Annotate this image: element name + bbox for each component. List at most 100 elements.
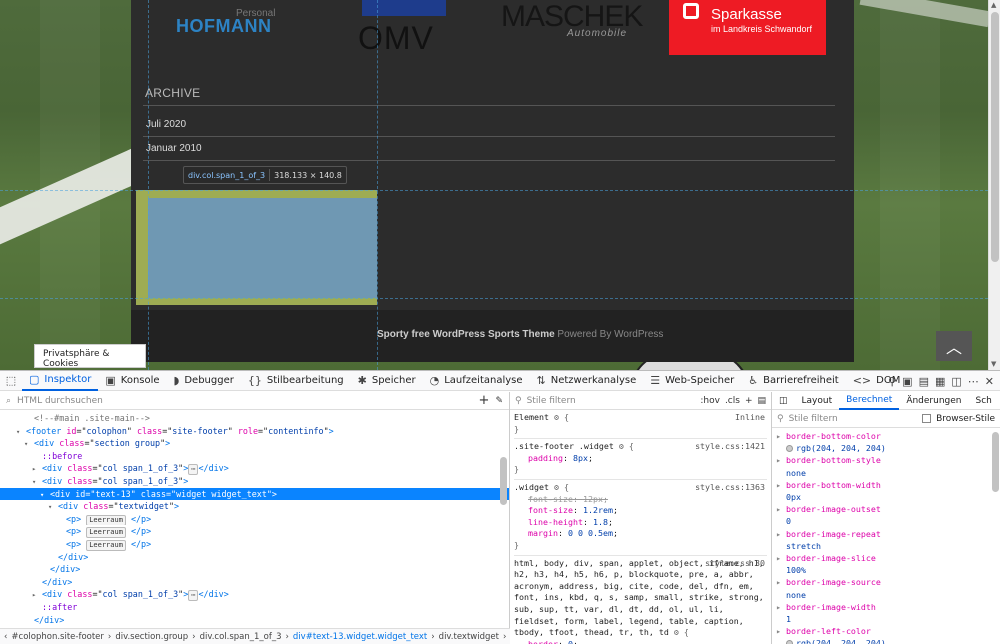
html-search-input[interactable]: HTML durchsuchen	[17, 396, 473, 406]
privacy-cookies-button[interactable]: Privatsphäre & Cookies	[34, 344, 146, 369]
css-value[interactable]: 0 0 0.5em	[568, 528, 613, 538]
computed-property[interactable]: border-bottom-stylenone	[776, 454, 996, 478]
eyedropper-icon[interactable]: ✎	[495, 396, 503, 406]
computed-property[interactable]: border-image-slice100%	[776, 552, 996, 576]
collapsed-children-badge[interactable]: ⋯	[188, 590, 199, 601]
selected-node[interactable]: ▾ <div id="text-13" class="widget widget_…	[0, 487, 509, 501]
rules-filter-input[interactable]: Stile filtern	[527, 396, 696, 406]
expand-arrow-icon[interactable]: ▾	[16, 426, 26, 438]
classes-button[interactable]: .cls	[725, 396, 740, 406]
markup-node[interactable]: </div>	[0, 614, 509, 627]
markup-node[interactable]: </div>	[0, 551, 509, 564]
markup-node[interactable]: <p> Leerraum </p>	[0, 538, 509, 551]
expand-arrow-icon[interactable]: ▾	[32, 476, 42, 488]
scroll-up-icon[interactable]: ▲	[991, 1, 996, 9]
panel-toggle-icon[interactable]: ◫	[772, 392, 795, 410]
tab-berechnet[interactable]: Berechnet	[839, 392, 900, 410]
css-declaration[interactable]: font-size: 12px;	[514, 494, 767, 506]
markup-node[interactable]: ▾ <div class="section group">	[0, 437, 509, 450]
css-property[interactable]: border	[528, 639, 558, 644]
toggle-tilt-icon[interactable]: ⚲	[888, 375, 896, 388]
css-value[interactable]: 0	[568, 639, 573, 644]
css-declaration[interactable]: line-height: 1.8;	[514, 517, 767, 529]
css-property[interactable]: font-size	[528, 505, 573, 515]
breadcrumb-item[interactable]: div.col.span_1_of_3	[200, 632, 282, 642]
markup-node[interactable]: ▾ <div class="col span_1_of_3">	[0, 475, 509, 488]
paint-flashing-icon[interactable]: ▦	[935, 375, 945, 388]
rule-source-link[interactable]: style.css:1421	[695, 441, 765, 453]
rule-source-link[interactable]: style.css:1363	[695, 482, 765, 494]
markup-node[interactable]: </div>	[0, 563, 509, 576]
css-value[interactable]: 8px	[573, 453, 588, 463]
breadcrumb-item[interactable]: #colophon.site-footer	[11, 632, 104, 642]
markup-node[interactable]: ▾ <footer id="colophon" class="site-foote…	[0, 425, 509, 438]
computed-filter-input[interactable]: Stile filtern	[789, 414, 917, 424]
css-property[interactable]: margin	[528, 528, 558, 538]
expand-arrow-icon[interactable]: ▾	[48, 501, 58, 513]
computed-property[interactable]: border-left-colorrgb(204, 204, 204)	[776, 625, 996, 644]
tab-web-speicher[interactable]: ☰ Web-Speicher	[643, 371, 741, 391]
whitespace-badge[interactable]: Leerraum	[86, 527, 126, 538]
chevron-up-icon[interactable]: ︿	[936, 331, 972, 361]
collapse-arrow-icon[interactable]: ▸	[32, 463, 42, 475]
computed-property[interactable]: border-bottom-colorrgb(204, 204, 204)	[776, 430, 996, 454]
rule-source-link[interactable]: Inline	[735, 412, 765, 424]
tab-inspektor[interactable]: ▢ Inspektor	[22, 371, 99, 391]
computed-property[interactable]: border-image-width1	[776, 601, 996, 625]
markup-node[interactable]: ::after	[0, 601, 509, 614]
collapse-arrow-icon[interactable]: ▸	[32, 589, 42, 601]
hover-state-button[interactable]: :hov	[700, 396, 720, 406]
css-property[interactable]: font-size	[528, 494, 573, 504]
markup-scrollbar[interactable]	[499, 452, 509, 612]
css-declaration[interactable]: border: 0;	[514, 639, 767, 644]
print-media-icon[interactable]: ▤	[757, 396, 766, 406]
css-declaration[interactable]: padding: 8px;	[514, 453, 767, 465]
markup-node[interactable]: <!--#main .site-main-->	[0, 412, 509, 425]
css-declaration[interactable]: font-size: 1.2rem;	[514, 505, 767, 517]
breadcrumb-item[interactable]: div.section.group	[115, 632, 188, 642]
responsive-mode-icon[interactable]: ▤	[919, 375, 929, 388]
breadcrumb-item[interactable]: div#text-13.widget.widget_text	[293, 632, 427, 642]
tab-konsole[interactable]: ▣ Konsole	[98, 371, 166, 391]
maschek-logo[interactable]: MASCHEK Automobile	[501, 0, 643, 39]
css-property[interactable]: padding	[528, 453, 563, 463]
computed-property[interactable]: border-image-outset0	[776, 503, 996, 527]
css-property[interactable]: line-height	[528, 517, 583, 527]
tab-debugger[interactable]: ◗ Debugger	[167, 371, 241, 391]
expand-arrow-icon[interactable]: ▾	[40, 489, 50, 501]
markup-node[interactable]: </div>	[0, 576, 509, 589]
css-declaration[interactable]: margin: 0 0 0.5em;	[514, 528, 767, 540]
markup-node[interactable]: ▸ <div class="col span_1_of_3"> ⋯ </div>	[0, 588, 509, 601]
markup-node[interactable]: <p> Leerraum </p>	[0, 525, 509, 538]
css-value[interactable]: 1.8	[593, 517, 608, 527]
css-value[interactable]: 1.2rem	[583, 505, 613, 515]
computed-scrollbar-thumb[interactable]	[992, 432, 999, 492]
computed-property[interactable]: border-image-repeatstretch	[776, 528, 996, 552]
screenshot-icon[interactable]: ▣	[902, 375, 912, 388]
tab-speicher[interactable]: ✱ Speicher	[351, 371, 423, 391]
breadcrumb-scroll-left-icon[interactable]: ‹	[4, 632, 7, 642]
browser-styles-checkbox[interactable]	[922, 414, 932, 423]
css-value[interactable]: 12px	[583, 494, 603, 504]
rule-selector[interactable]: Element	[514, 412, 549, 422]
tab-stilbearbeitung[interactable]: {} Stilbearbeitung	[241, 371, 351, 391]
rule-selector[interactable]: html, body, div, span, applet, object, i…	[514, 558, 764, 638]
tab-schriftarten[interactable]: Sch	[969, 392, 999, 410]
archive-link[interactable]: Juli 2020	[146, 119, 186, 130]
markup-node[interactable]: <p> Leerraum </p>	[0, 513, 509, 526]
archive-link[interactable]: Januar 2010	[146, 143, 202, 154]
element-picker-icon[interactable]: ⬚	[0, 371, 22, 391]
whitespace-badge[interactable]: Leerraum	[86, 539, 126, 551]
rule-selector[interactable]: .site-footer .widget	[514, 441, 614, 451]
breadcrumb-item[interactable]: div.textwidget	[439, 632, 499, 642]
more-options-icon[interactable]: ⋯	[968, 375, 979, 388]
close-icon[interactable]: ✕	[985, 375, 994, 388]
markup-node[interactable]: ▸ <div class="col span_1_of_3"> ⋯ </div>	[0, 462, 509, 475]
markup-node[interactable]: ▾ <div class="textwidget">	[0, 500, 509, 513]
computed-scrollbar[interactable]	[991, 428, 1000, 644]
whitespace-badge[interactable]: Leerraum	[86, 514, 126, 526]
rule-selector[interactable]: .widget	[514, 482, 549, 492]
omv-logo[interactable]: OMV	[358, 0, 450, 56]
tab-layout[interactable]: Layout	[795, 392, 840, 410]
footer-theme-link[interactable]: Sporty free WordPress Sports Theme	[377, 329, 555, 340]
